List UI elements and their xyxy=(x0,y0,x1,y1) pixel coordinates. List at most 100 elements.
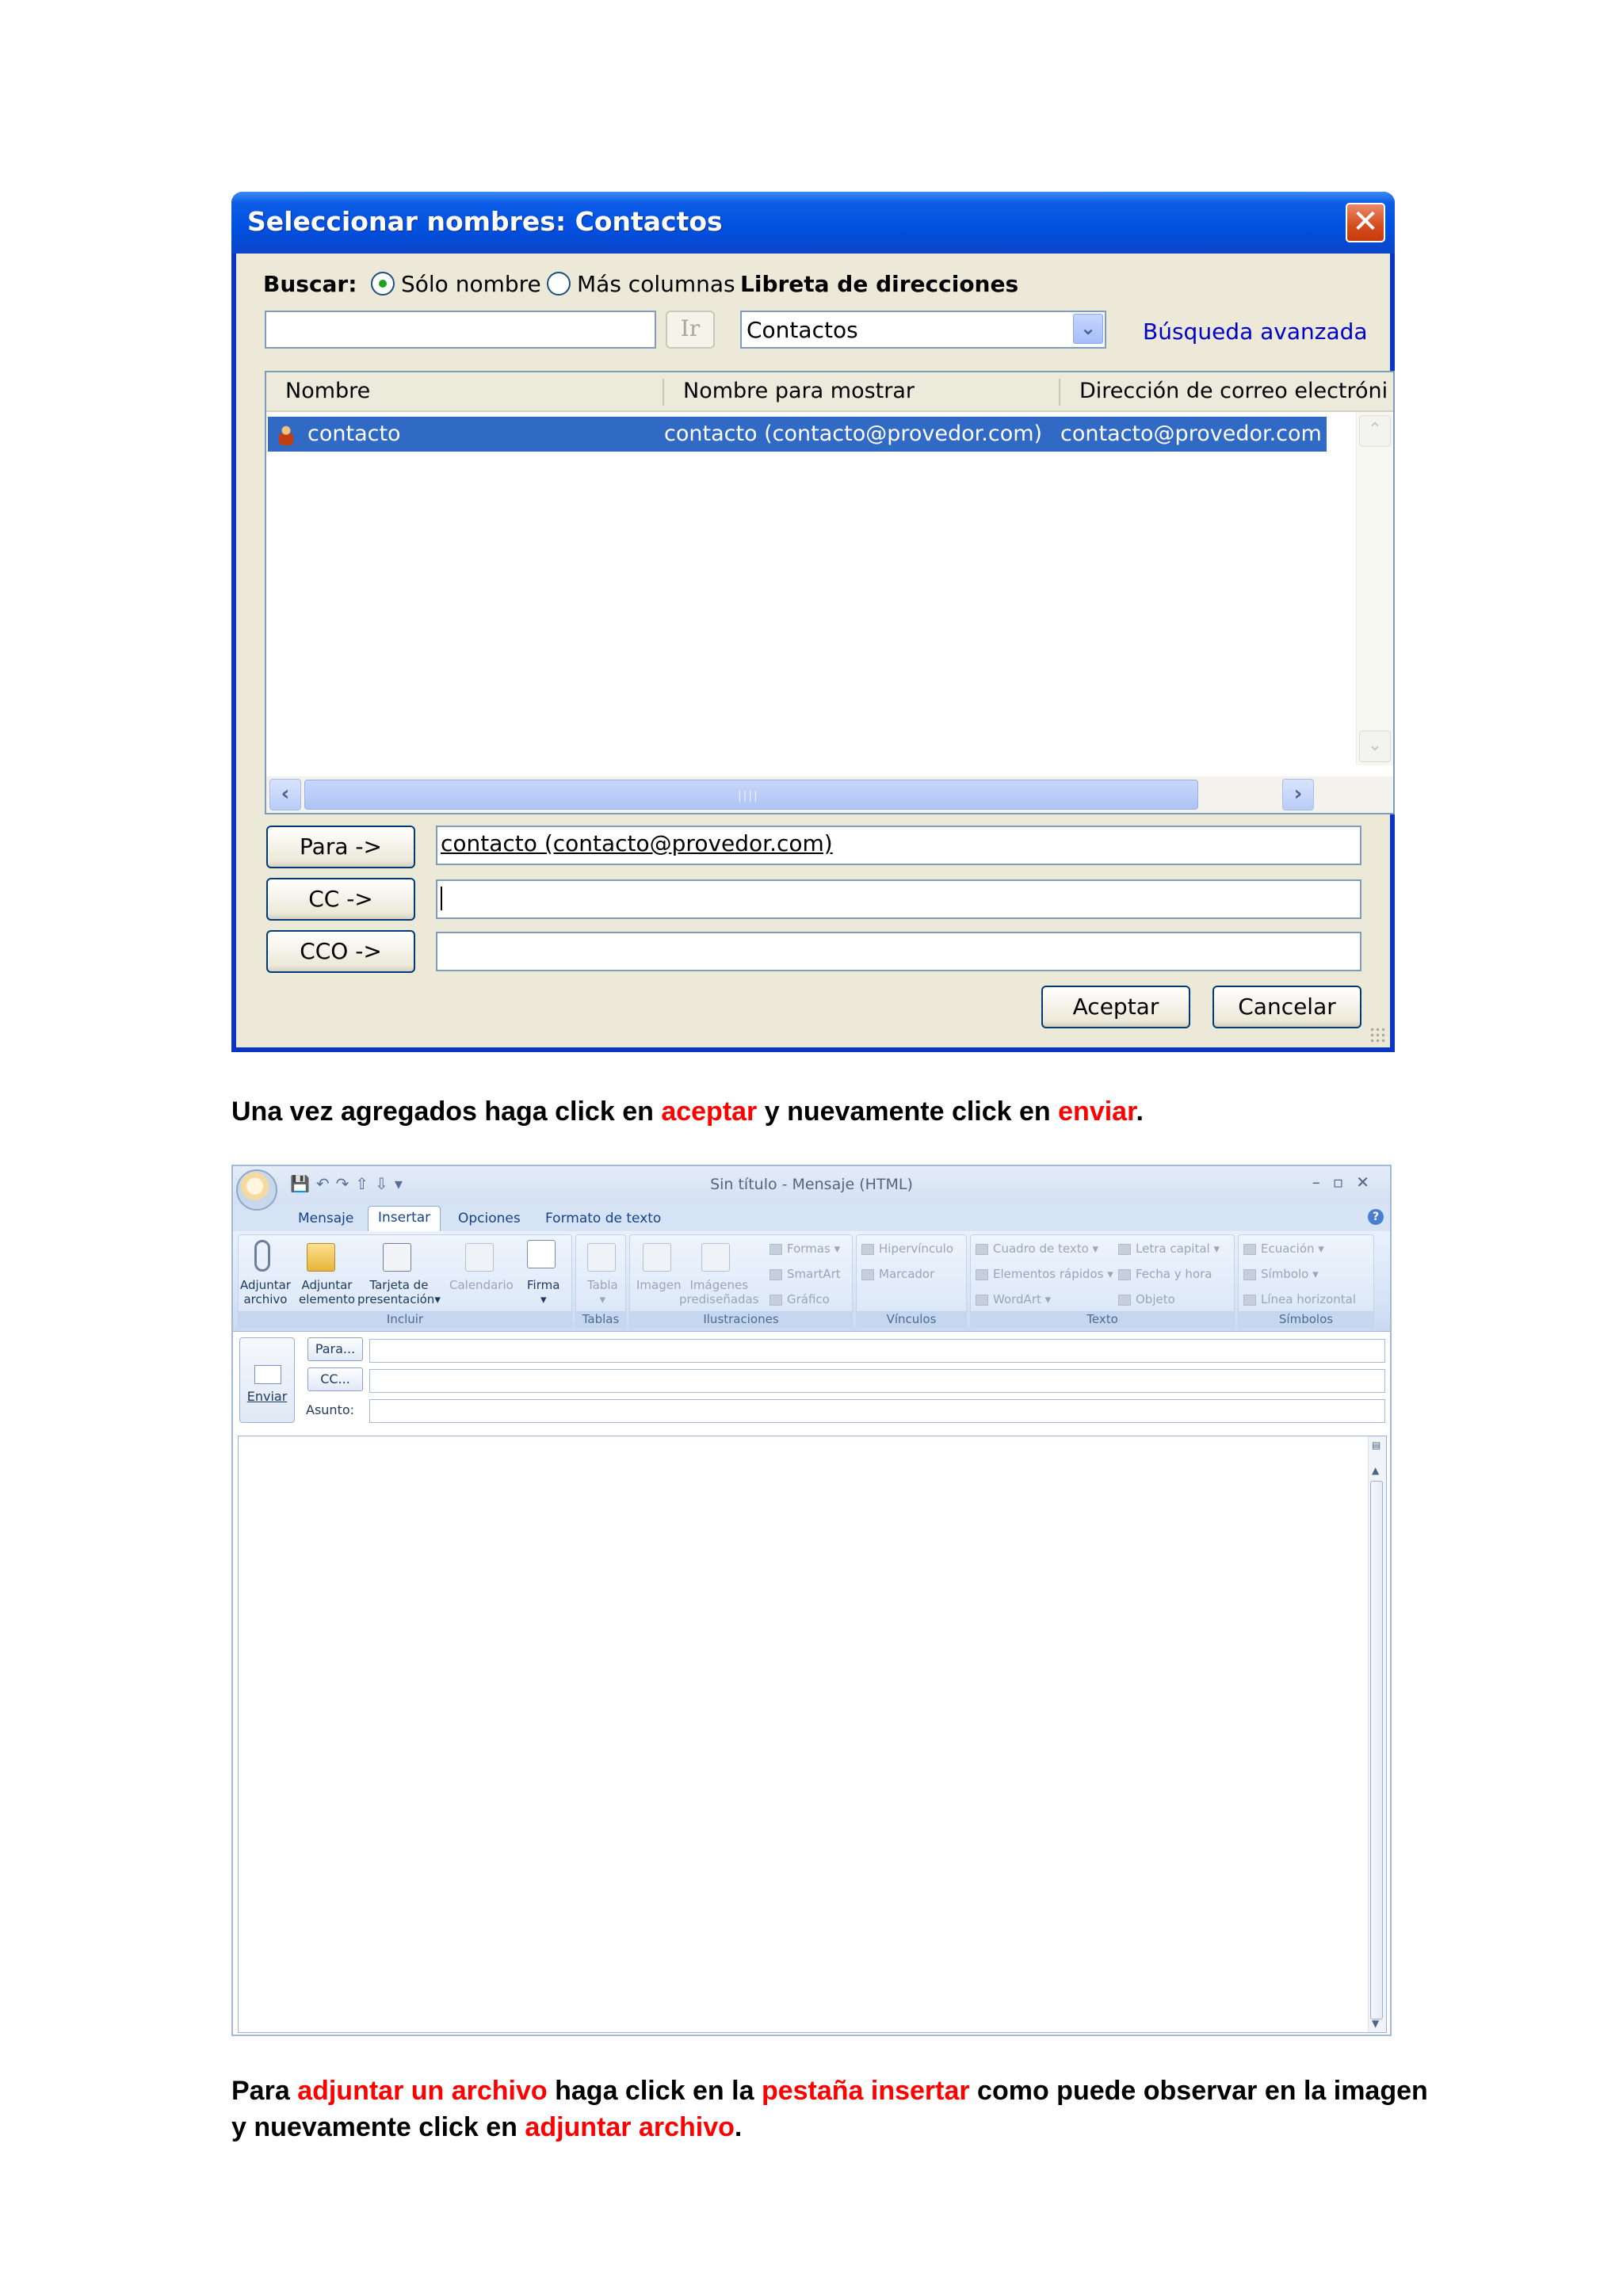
bookmark-button[interactable]: Marcador xyxy=(861,1267,934,1281)
bcc-field[interactable] xyxy=(436,932,1361,971)
business-card-button[interactable]: Tarjeta de presentación▾ xyxy=(357,1278,441,1306)
wordart-button[interactable]: WordArt ▾ xyxy=(976,1292,1051,1306)
go-button[interactable]: Ir xyxy=(666,311,715,349)
column-header-name[interactable]: Nombre xyxy=(285,379,370,403)
column-divider[interactable] xyxy=(663,379,664,406)
tab-formato-texto[interactable]: Formato de texto xyxy=(545,1211,661,1226)
bcc-button[interactable]: CCO -> xyxy=(266,930,415,973)
bookmark-icon xyxy=(861,1268,874,1280)
list-item[interactable]: contacto contacto (contacto@provedor.com… xyxy=(268,417,1327,452)
scroll-thumb[interactable] xyxy=(1370,1481,1383,2019)
column-header-email[interactable]: Dirección de correo electróni xyxy=(1079,379,1388,403)
text-run: Línea horizontal xyxy=(1261,1292,1357,1306)
group-label: Símbolos xyxy=(1239,1311,1373,1327)
advanced-search-link[interactable]: Búsqueda avanzada xyxy=(1143,318,1368,345)
highlight-attach-file: adjuntar un archivo xyxy=(297,2076,548,2106)
chart-button[interactable]: Gráfico xyxy=(769,1292,830,1306)
radio-more-columns-label[interactable]: Más columnas xyxy=(577,271,735,297)
text-cursor xyxy=(441,887,442,910)
vertical-scrollbar[interactable]: ▤ ▲ ▼ xyxy=(1368,1436,1386,2032)
message-body[interactable]: ▤ ▲ ▼ xyxy=(238,1436,1387,2033)
column-header-display-name[interactable]: Nombre para mostrar xyxy=(683,379,915,403)
highlight-insert-tab: pestaña insertar xyxy=(761,2076,970,2106)
calendar-icon xyxy=(465,1243,494,1272)
search-input[interactable] xyxy=(265,311,656,349)
clipart-icon xyxy=(701,1243,730,1272)
office-button-icon[interactable] xyxy=(236,1169,277,1211)
contacts-list[interactable]: Nombre Nombre para mostrar Dirección de … xyxy=(265,371,1395,814)
cc-field[interactable] xyxy=(436,879,1361,919)
ruler-icon[interactable]: ▤ xyxy=(1372,1440,1381,1451)
ok-button[interactable]: Aceptar xyxy=(1041,986,1190,1028)
envelope-icon xyxy=(307,1243,335,1272)
hyperlink-button[interactable]: Hipervínculo xyxy=(861,1241,953,1256)
cancel-button[interactable]: Cancelar xyxy=(1212,986,1361,1028)
group-label: Vínculos xyxy=(857,1311,966,1327)
chevron-down-icon[interactable]: ⌄ xyxy=(1073,314,1103,344)
address-book-select[interactable]: Contactos ⌄ xyxy=(740,311,1106,349)
help-icon[interactable]: ? xyxy=(1368,1209,1384,1225)
scroll-right-icon[interactable]: › xyxy=(1282,779,1314,810)
horizontal-line-button[interactable]: Línea horizontal xyxy=(1243,1292,1356,1306)
attach-file-button[interactable]: Adjuntar archivo xyxy=(240,1278,291,1306)
cc-button[interactable]: CC -> xyxy=(266,878,415,921)
cc-field[interactable] xyxy=(369,1369,1385,1393)
scroll-down-icon[interactable]: ▼ xyxy=(1372,2018,1379,2029)
radio-more-columns[interactable] xyxy=(547,272,571,296)
drop-cap-button[interactable]: Letra capital ▾ xyxy=(1118,1241,1220,1256)
shapes-button[interactable]: Formas ▾ xyxy=(769,1241,840,1256)
scroll-down-icon[interactable]: ⌄ xyxy=(1359,730,1391,762)
radio-name-only-label[interactable]: Sólo nombre xyxy=(401,271,541,297)
text-run: archivo xyxy=(243,1292,288,1306)
to-button[interactable]: Para... xyxy=(307,1337,363,1361)
tab-insertar[interactable]: Insertar xyxy=(368,1206,441,1231)
image-icon xyxy=(643,1243,671,1272)
symbol-button[interactable]: Símbolo ▾ xyxy=(1243,1267,1319,1281)
to-field[interactable]: contacto (contacto@provedor.com) xyxy=(436,826,1361,865)
text-run: Tabla xyxy=(587,1278,618,1292)
group-texto: Cuadro de texto ▾ Elementos rápidos ▾ Wo… xyxy=(970,1234,1235,1328)
column-divider[interactable] xyxy=(1059,379,1060,406)
horizontal-scrollbar[interactable]: ‹ |||| › xyxy=(266,776,1393,813)
cc-button[interactable]: CC... xyxy=(307,1367,363,1391)
text-run: Imágenes xyxy=(689,1278,749,1292)
text-box-button[interactable]: Cuadro de texto ▾ xyxy=(976,1241,1098,1256)
highlight-accept: aceptar xyxy=(661,1097,758,1127)
vertical-scrollbar[interactable]: ⌃ ⌄ xyxy=(1356,412,1393,765)
radio-name-only[interactable] xyxy=(371,272,395,296)
scroll-up-icon[interactable]: ⌃ xyxy=(1359,415,1391,447)
tab-mensaje[interactable]: Mensaje xyxy=(298,1211,353,1226)
to-field[interactable] xyxy=(369,1339,1385,1363)
scroll-up-icon[interactable]: ▲ xyxy=(1372,1465,1379,1476)
send-button[interactable]: Enviar xyxy=(239,1337,295,1423)
date-time-button[interactable]: Fecha y hora xyxy=(1118,1267,1212,1281)
window-caption: Sin título - Mensaje (HTML) xyxy=(710,1176,913,1193)
clipart-button[interactable]: Imágenes prediseñadas xyxy=(679,1278,759,1306)
quick-parts-button[interactable]: Elementos rápidos ▾ xyxy=(976,1267,1113,1281)
object-button[interactable]: Objeto xyxy=(1118,1292,1175,1306)
scroll-thumb[interactable]: |||| xyxy=(304,780,1198,810)
subject-field[interactable] xyxy=(369,1399,1385,1423)
text-run: prediseñadas xyxy=(679,1292,759,1306)
close-icon[interactable]: ✕ xyxy=(1346,203,1385,242)
resize-grip-icon[interactable] xyxy=(1369,1027,1387,1044)
send-envelope-icon xyxy=(254,1365,281,1384)
attach-item-button[interactable]: Adjuntar elemento xyxy=(299,1278,355,1306)
smartart-button[interactable]: SmartArt xyxy=(769,1267,841,1281)
contact-icon xyxy=(279,425,293,445)
scroll-left-icon[interactable]: ‹ xyxy=(269,779,301,810)
smartart-icon xyxy=(769,1268,782,1280)
tab-opciones[interactable]: Opciones xyxy=(458,1211,521,1226)
image-button[interactable]: Imagen xyxy=(636,1278,681,1292)
send-label: Enviar xyxy=(246,1389,288,1404)
table-button[interactable]: Tabla ▾ xyxy=(587,1278,618,1306)
text-run: . xyxy=(734,2112,743,2142)
equation-button[interactable]: Ecuación ▾ xyxy=(1243,1241,1324,1256)
to-button[interactable]: Para -> xyxy=(266,826,415,868)
text-run: y nuevamente click en xyxy=(231,2112,525,2142)
quick-parts-icon xyxy=(976,1268,988,1280)
calendar-button[interactable]: Calendario xyxy=(449,1278,514,1292)
signature-button[interactable]: Firma ▾ xyxy=(527,1278,559,1306)
window-controls[interactable]: –▫✕ xyxy=(1312,1173,1382,1192)
chart-icon xyxy=(769,1294,782,1306)
